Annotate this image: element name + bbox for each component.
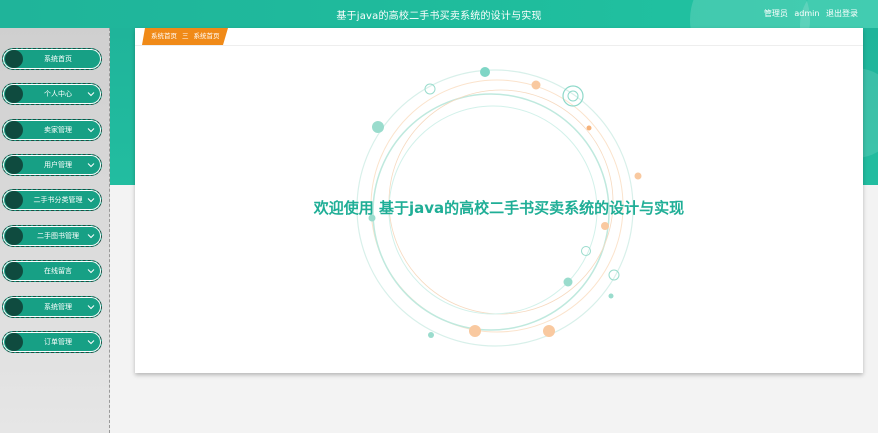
menu-dot-icon [5,191,23,209]
chevron-down-icon [87,128,95,133]
sidebar-item-label: 系统首页 [44,55,72,63]
sidebar-item-label: 卖家管理 [44,126,72,134]
chevron-down-icon [87,269,95,274]
sidebar-item-book-category-management[interactable]: 二手书分类管理 [2,189,102,211]
sidebar-item-label: 个人中心 [44,90,72,98]
top-header: 基于java的高校二手书买卖系统的设计与实现 管理员 admin 退出登录 [0,0,878,28]
sidebar-item-label: 在线留言 [44,267,72,275]
sidebar-item-label: 系统管理 [44,303,72,311]
chevron-down-icon [87,163,95,168]
menu-dot-icon [5,156,23,174]
menu-dot-icon [5,50,23,68]
main-card: 系统首页三系统首页 欢迎使用 基于java的高校二手书买卖系统的设计与实现 [135,28,863,373]
menu-dot-icon [5,333,23,351]
chevron-down-icon [87,198,95,203]
sidebar-item-label: 二手书分类管理 [33,196,83,204]
menu-dot-icon [5,85,23,103]
site-title: 基于java的高校二手书买卖系统的设计与实现 [336,11,542,22]
username: admin [794,9,820,18]
menu-dot-icon [5,298,23,316]
sidebar-item-label: 二手图书管理 [37,232,79,240]
sidebar-item-label: 订单管理 [44,338,72,346]
sidebar: 系统首页 个人中心 卖家管理 用户管理 二手书分类管理 二手图书管理 在线留言 … [0,28,110,433]
sidebar-item-order-management[interactable]: 订单管理 [2,331,102,353]
sidebar-item-online-messages[interactable]: 在线留言 [2,260,102,282]
sidebar-item-label: 用户管理 [44,161,72,169]
sidebar-item-personal-center[interactable]: 个人中心 [2,83,102,105]
user-area: 管理员 admin 退出登录 [760,8,858,19]
sidebar-item-system-management[interactable]: 系统管理 [2,296,102,318]
chevron-down-icon [87,340,95,345]
sidebar-item-used-book-management[interactable]: 二手图书管理 [2,225,102,247]
logout-link[interactable]: 退出登录 [826,9,858,18]
menu-dot-icon [5,262,23,280]
menu-dot-icon [5,227,23,245]
user-role: 管理员 [763,9,788,18]
chevron-down-icon [87,92,95,97]
sidebar-item-user-management[interactable]: 用户管理 [2,154,102,176]
menu-dot-icon [5,121,23,139]
welcome-message: 欢迎使用 基于java的高校二手书买卖系统的设计与实现 [313,199,685,217]
sidebar-item-seller-management[interactable]: 卖家管理 [2,119,102,141]
chevron-down-icon [87,234,95,239]
chevron-down-icon [87,305,95,310]
sidebar-item-home[interactable]: 系统首页 [2,48,102,70]
